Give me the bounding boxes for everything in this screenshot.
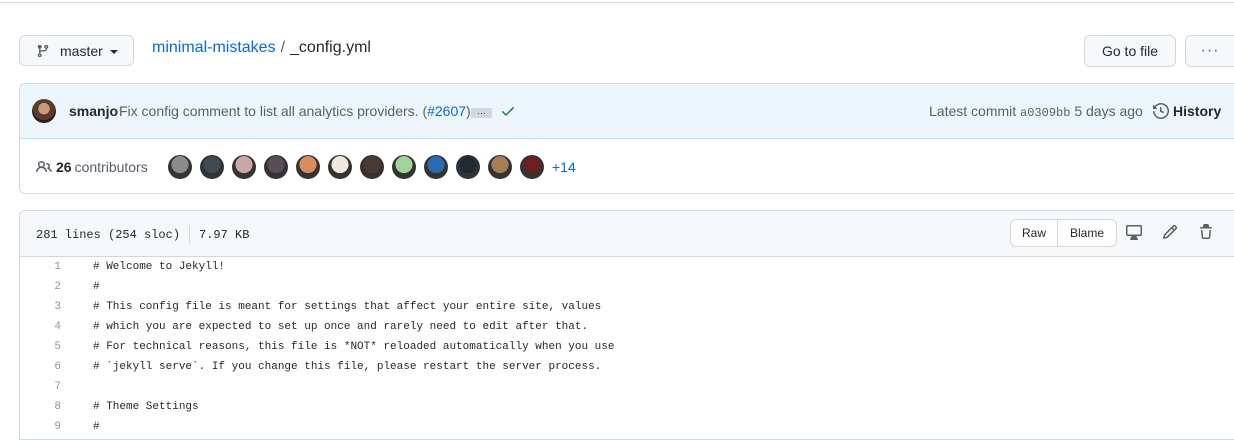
contributor-avatar[interactable] — [264, 155, 288, 179]
line-number[interactable]: 4 — [20, 321, 93, 333]
commit-author-link[interactable]: smanjo — [69, 103, 118, 119]
commit-box: smanjo Fix config comment to list all an… — [19, 83, 1234, 194]
trash-icon[interactable] — [1198, 224, 1214, 240]
contributors-label: contributors — [74, 159, 148, 175]
file-info-divider — [189, 226, 191, 244]
code-line: 5 # For technical reasons, this file is *… — [20, 337, 1234, 357]
contributor-avatar[interactable] — [168, 155, 192, 179]
line-number[interactable]: 9 — [20, 421, 93, 433]
expand-commit-button[interactable]: … — [471, 107, 492, 118]
file-header: 281 lines (254 sloc) 7.97 KB Raw Blame — [20, 211, 1234, 257]
line-text: # `jekyll serve`. If you change this fil… — [93, 361, 602, 373]
history-icon — [1153, 103, 1169, 119]
line-number[interactable]: 1 — [20, 261, 93, 273]
line-text: # — [93, 281, 100, 293]
contributor-avatars: +14 — [168, 155, 576, 179]
code-line: 2 # — [20, 277, 1234, 297]
caret-down-icon — [109, 49, 118, 54]
commit-message[interactable]: Fix config comment to list all analytics… — [119, 103, 471, 119]
blame-button[interactable]: Blame — [1058, 219, 1117, 247]
raw-blame-group: Raw Blame — [1010, 219, 1117, 247]
file-viewer: 281 lines (254 sloc) 7.97 KB Raw Blame 1… — [19, 210, 1234, 440]
code-line: 3 # This config file is meant for setting… — [20, 297, 1234, 317]
line-text: # Welcome to Jekyll! — [93, 261, 226, 273]
contributor-avatar[interactable] — [200, 155, 224, 179]
branch-name: master — [60, 42, 103, 59]
contributors-link[interactable]: 26 contributors — [36, 159, 148, 175]
line-text: # This config file is meant for settings… — [93, 301, 602, 313]
contributor-avatar[interactable] — [328, 155, 352, 179]
breadcrumb-repo-link[interactable]: minimal-mistakes — [152, 39, 276, 57]
code-line: 9 # — [20, 417, 1234, 437]
breadcrumb: minimal-mistakes / _config.yml — [152, 39, 371, 57]
people-icon — [36, 160, 52, 173]
contributor-avatar[interactable] — [392, 155, 416, 179]
contributors-count: 26 — [56, 159, 72, 175]
check-icon[interactable] — [500, 103, 516, 119]
file-size: 7.97 KB — [199, 228, 250, 242]
line-text: # which you are expected to set up once … — [93, 321, 589, 333]
contributor-avatar[interactable] — [232, 155, 256, 179]
contributors-row: 26 contributors +14 — [20, 139, 1234, 193]
latest-commit-info: Latest commit a0309bb 5 days ago — [929, 103, 1143, 120]
more-options-button[interactable]: ··· — [1185, 35, 1234, 67]
commit-sha-link[interactable]: a0309bb — [1020, 106, 1070, 120]
code-lines: 1 # Welcome to Jekyll! 2 #3 # This config fi… — [20, 257, 1234, 437]
breadcrumb-file-name: _config.yml — [290, 39, 371, 56]
latest-commit-label: Latest commit — [929, 103, 1017, 119]
contributor-avatar[interactable] — [360, 155, 384, 179]
commit-age: 5 days ago — [1074, 103, 1143, 119]
commit-message-text[interactable]: Fix config comment to list all analytics… — [119, 103, 427, 119]
raw-button[interactable]: Raw — [1010, 219, 1058, 247]
file-info: 281 lines (254 sloc) 7.97 KB — [36, 226, 249, 244]
code-line: 6 # `jekyll serve`. If you change this fi… — [20, 357, 1234, 377]
contributor-avatar[interactable] — [296, 155, 320, 179]
line-number[interactable]: 5 — [20, 341, 93, 353]
line-text: # — [93, 421, 100, 433]
branch-select-button[interactable]: master — [19, 35, 134, 66]
contributor-avatar[interactable] — [488, 155, 512, 179]
contributor-avatar[interactable] — [520, 155, 544, 179]
code-line: 4 # which you are expected to set up once… — [20, 317, 1234, 337]
more-contributors-link[interactable]: +14 — [552, 159, 576, 175]
latest-commit-row: smanjo Fix config comment to list all an… — [20, 84, 1234, 139]
history-label: History — [1173, 103, 1222, 119]
breadcrumb-separator: / — [280, 39, 286, 56]
contributor-avatar[interactable] — [456, 155, 480, 179]
code-line: 7 — [20, 377, 1234, 397]
line-number[interactable]: 8 — [20, 401, 93, 413]
line-number[interactable]: 7 — [20, 381, 93, 393]
history-link[interactable]: History — [1153, 103, 1221, 119]
avatar[interactable] — [32, 99, 56, 123]
desktop-icon[interactable] — [1126, 224, 1142, 240]
line-number[interactable]: 2 — [20, 281, 93, 293]
go-to-file-button[interactable]: Go to file — [1084, 35, 1176, 67]
line-text: # For technical reasons, this file is *N… — [93, 341, 615, 353]
code-line: 1 # Welcome to Jekyll! — [20, 257, 1234, 277]
git-branch-icon — [37, 44, 49, 57]
line-number[interactable]: 3 — [20, 301, 93, 313]
code-line: 8 # Theme Settings — [20, 397, 1234, 417]
contributor-avatar[interactable] — [424, 155, 448, 179]
file-lines-info: 281 lines (254 sloc) — [36, 228, 181, 242]
header-divider — [0, 2, 1234, 3]
pencil-icon[interactable] — [1162, 224, 1178, 240]
pr-link[interactable]: #2607 — [427, 103, 466, 119]
line-number[interactable]: 6 — [20, 361, 93, 373]
line-text: # Theme Settings — [93, 401, 199, 413]
